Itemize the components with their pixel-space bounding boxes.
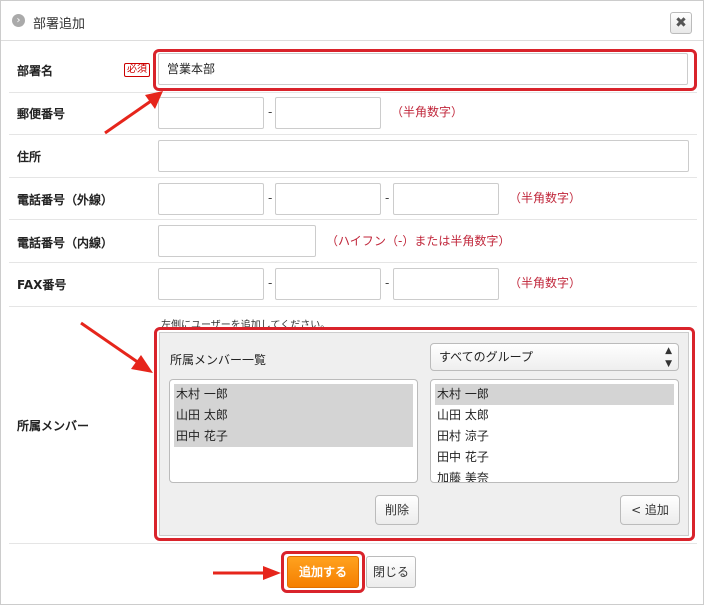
arrow-icon bbox=[104, 91, 163, 135]
dialog-title: 部署追加 bbox=[33, 17, 86, 32]
fax-second-input[interactable] bbox=[275, 268, 381, 300]
fax-separator-2: - bbox=[385, 276, 390, 290]
phone-external-third-input[interactable] bbox=[393, 183, 499, 215]
phone-internal-input[interactable] bbox=[158, 225, 316, 257]
add-department-dialog: › 部署追加 ✖ 部署名 必須 営業本部 郵便番号 - （半角数字） 住所 電話… bbox=[0, 0, 704, 605]
postal-code-first-input[interactable] bbox=[158, 97, 264, 129]
postal-code-label: 郵便番号 bbox=[17, 107, 66, 121]
close-dialog-button[interactable]: 閉じる bbox=[366, 556, 416, 588]
divider bbox=[9, 177, 697, 178]
phone-external-separator-1: - bbox=[268, 191, 273, 205]
arrow-icon bbox=[213, 566, 281, 580]
highlight-box-members bbox=[154, 327, 695, 541]
highlight-box-submit bbox=[281, 551, 365, 593]
fax-hint: （半角数字） bbox=[509, 276, 582, 290]
divider bbox=[9, 543, 697, 544]
divider bbox=[9, 262, 697, 263]
postal-code-hint: （半角数字） bbox=[391, 105, 464, 119]
department-name-label: 部署名 bbox=[17, 64, 54, 78]
fax-first-input[interactable] bbox=[158, 268, 264, 300]
postal-code-separator: - bbox=[268, 105, 273, 119]
divider bbox=[9, 219, 697, 220]
chevron-right-icon: › bbox=[12, 14, 25, 27]
phone-external-hint: （半角数字） bbox=[509, 191, 582, 205]
divider bbox=[9, 306, 697, 307]
address-label: 住所 bbox=[17, 150, 42, 164]
phone-external-label: 電話番号（外線） bbox=[17, 193, 114, 207]
phone-internal-hint: （ハイフン（-）または半角数字） bbox=[326, 234, 511, 248]
phone-external-second-input[interactable] bbox=[275, 183, 381, 215]
address-input[interactable] bbox=[158, 140, 689, 172]
postal-code-second-input[interactable] bbox=[275, 97, 381, 129]
dialog-titlebar: › 部署追加 ✖ bbox=[1, 1, 703, 41]
phone-external-first-input[interactable] bbox=[158, 183, 264, 215]
required-badge: 必須 bbox=[124, 63, 150, 77]
arrow-icon bbox=[80, 321, 153, 373]
highlight-box-department-name bbox=[153, 49, 697, 91]
members-label: 所属メンバー bbox=[17, 419, 90, 433]
phone-internal-label: 電話番号（内線） bbox=[17, 236, 114, 250]
fax-separator-1: - bbox=[268, 276, 273, 290]
fax-label: FAX番号 bbox=[17, 278, 67, 292]
phone-external-separator-2: - bbox=[385, 191, 390, 205]
close-icon[interactable]: ✖ bbox=[670, 12, 692, 34]
fax-third-input[interactable] bbox=[393, 268, 499, 300]
